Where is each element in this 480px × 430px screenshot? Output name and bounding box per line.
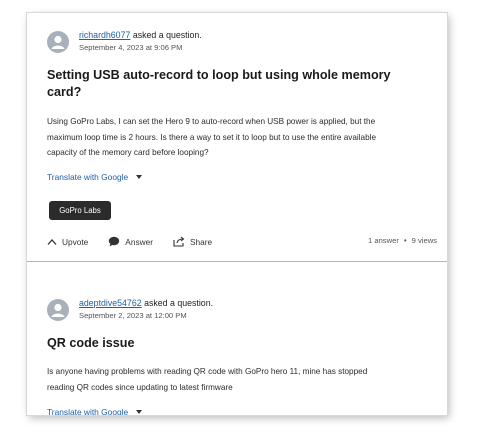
question-body-line: maximum loop time is 2 hours. Is there a… bbox=[47, 132, 377, 142]
upvote-button[interactable]: Upvote bbox=[47, 237, 88, 247]
caret-down-icon bbox=[136, 175, 143, 179]
question-stats: 1 answer • 9 views bbox=[368, 236, 437, 245]
author-meta: richardh6077 asked a question. September… bbox=[79, 30, 202, 53]
user-avatar-icon[interactable] bbox=[47, 31, 69, 53]
caret-down-icon bbox=[136, 410, 143, 414]
share-label: Share bbox=[189, 236, 213, 247]
question-title[interactable]: Setting USB auto-record to loop but usin… bbox=[47, 67, 427, 101]
question-title[interactable]: QR code issue bbox=[47, 335, 427, 352]
action-bar: Upvote Answer Share bbox=[47, 236, 232, 247]
user-avatar-icon[interactable] bbox=[47, 299, 69, 321]
upvote-label: Upvote bbox=[62, 236, 89, 247]
answer-label: Answer bbox=[125, 236, 153, 247]
author-line: adeptdive54762 asked a question. bbox=[79, 298, 213, 309]
question-body: Using GoPro Labs, I can set the Hero 9 t… bbox=[47, 114, 427, 161]
share-button[interactable]: Share bbox=[173, 236, 212, 247]
author-line: richardh6077 asked a question. bbox=[79, 30, 202, 41]
asked-text: asked a question. bbox=[132, 30, 202, 40]
post-date: September 2, 2023 at 12:00 PM bbox=[79, 311, 187, 320]
topic-tag[interactable]: GoPro Labs bbox=[49, 201, 111, 220]
separator-dot: • bbox=[403, 236, 407, 245]
question-body-line: reading QR codes since updating to lates… bbox=[47, 382, 233, 392]
question-title-line: QR code issue bbox=[47, 336, 135, 350]
translate-with-google-button[interactable]: Translate with Google bbox=[47, 407, 143, 415]
question-feed: richardh6077 asked a question. September… bbox=[27, 13, 447, 415]
translate-label: Translate with Google bbox=[47, 172, 129, 182]
post-divider bbox=[27, 261, 447, 262]
author-name-link[interactable]: adeptdive54762 bbox=[79, 298, 142, 308]
author-name-link[interactable]: richardh6077 bbox=[79, 30, 130, 40]
post-date: September 4, 2023 at 9:06 PM bbox=[79, 43, 183, 52]
author-row: adeptdive54762 asked a question. Septemb… bbox=[47, 298, 213, 321]
question-title-line: Setting USB auto-record to loop but usin… bbox=[47, 68, 391, 82]
chevron-up-icon bbox=[47, 238, 57, 245]
question-body-line: Using GoPro Labs, I can set the Hero 9 t… bbox=[47, 117, 376, 126]
author-meta: adeptdive54762 asked a question. Septemb… bbox=[79, 298, 213, 321]
speech-bubble-icon bbox=[109, 236, 120, 247]
question-title-line: card? bbox=[47, 85, 82, 99]
translate-with-google-button[interactable]: Translate with Google bbox=[47, 172, 143, 182]
translate-label: Translate with Google bbox=[47, 407, 129, 415]
question-body-line: Is anyone having problems with reading Q… bbox=[47, 367, 368, 376]
question-body: Is anyone having problems with reading Q… bbox=[47, 364, 427, 395]
author-row: richardh6077 asked a question. September… bbox=[47, 30, 202, 53]
views-count: 9 views bbox=[411, 236, 437, 245]
asked-text: asked a question. bbox=[144, 298, 214, 308]
question-body-line: capacity of the memory card before loopi… bbox=[47, 148, 209, 157]
answer-button[interactable]: Answer bbox=[108, 236, 153, 247]
answers-count[interactable]: 1 answer bbox=[368, 236, 399, 245]
share-icon bbox=[173, 236, 185, 247]
